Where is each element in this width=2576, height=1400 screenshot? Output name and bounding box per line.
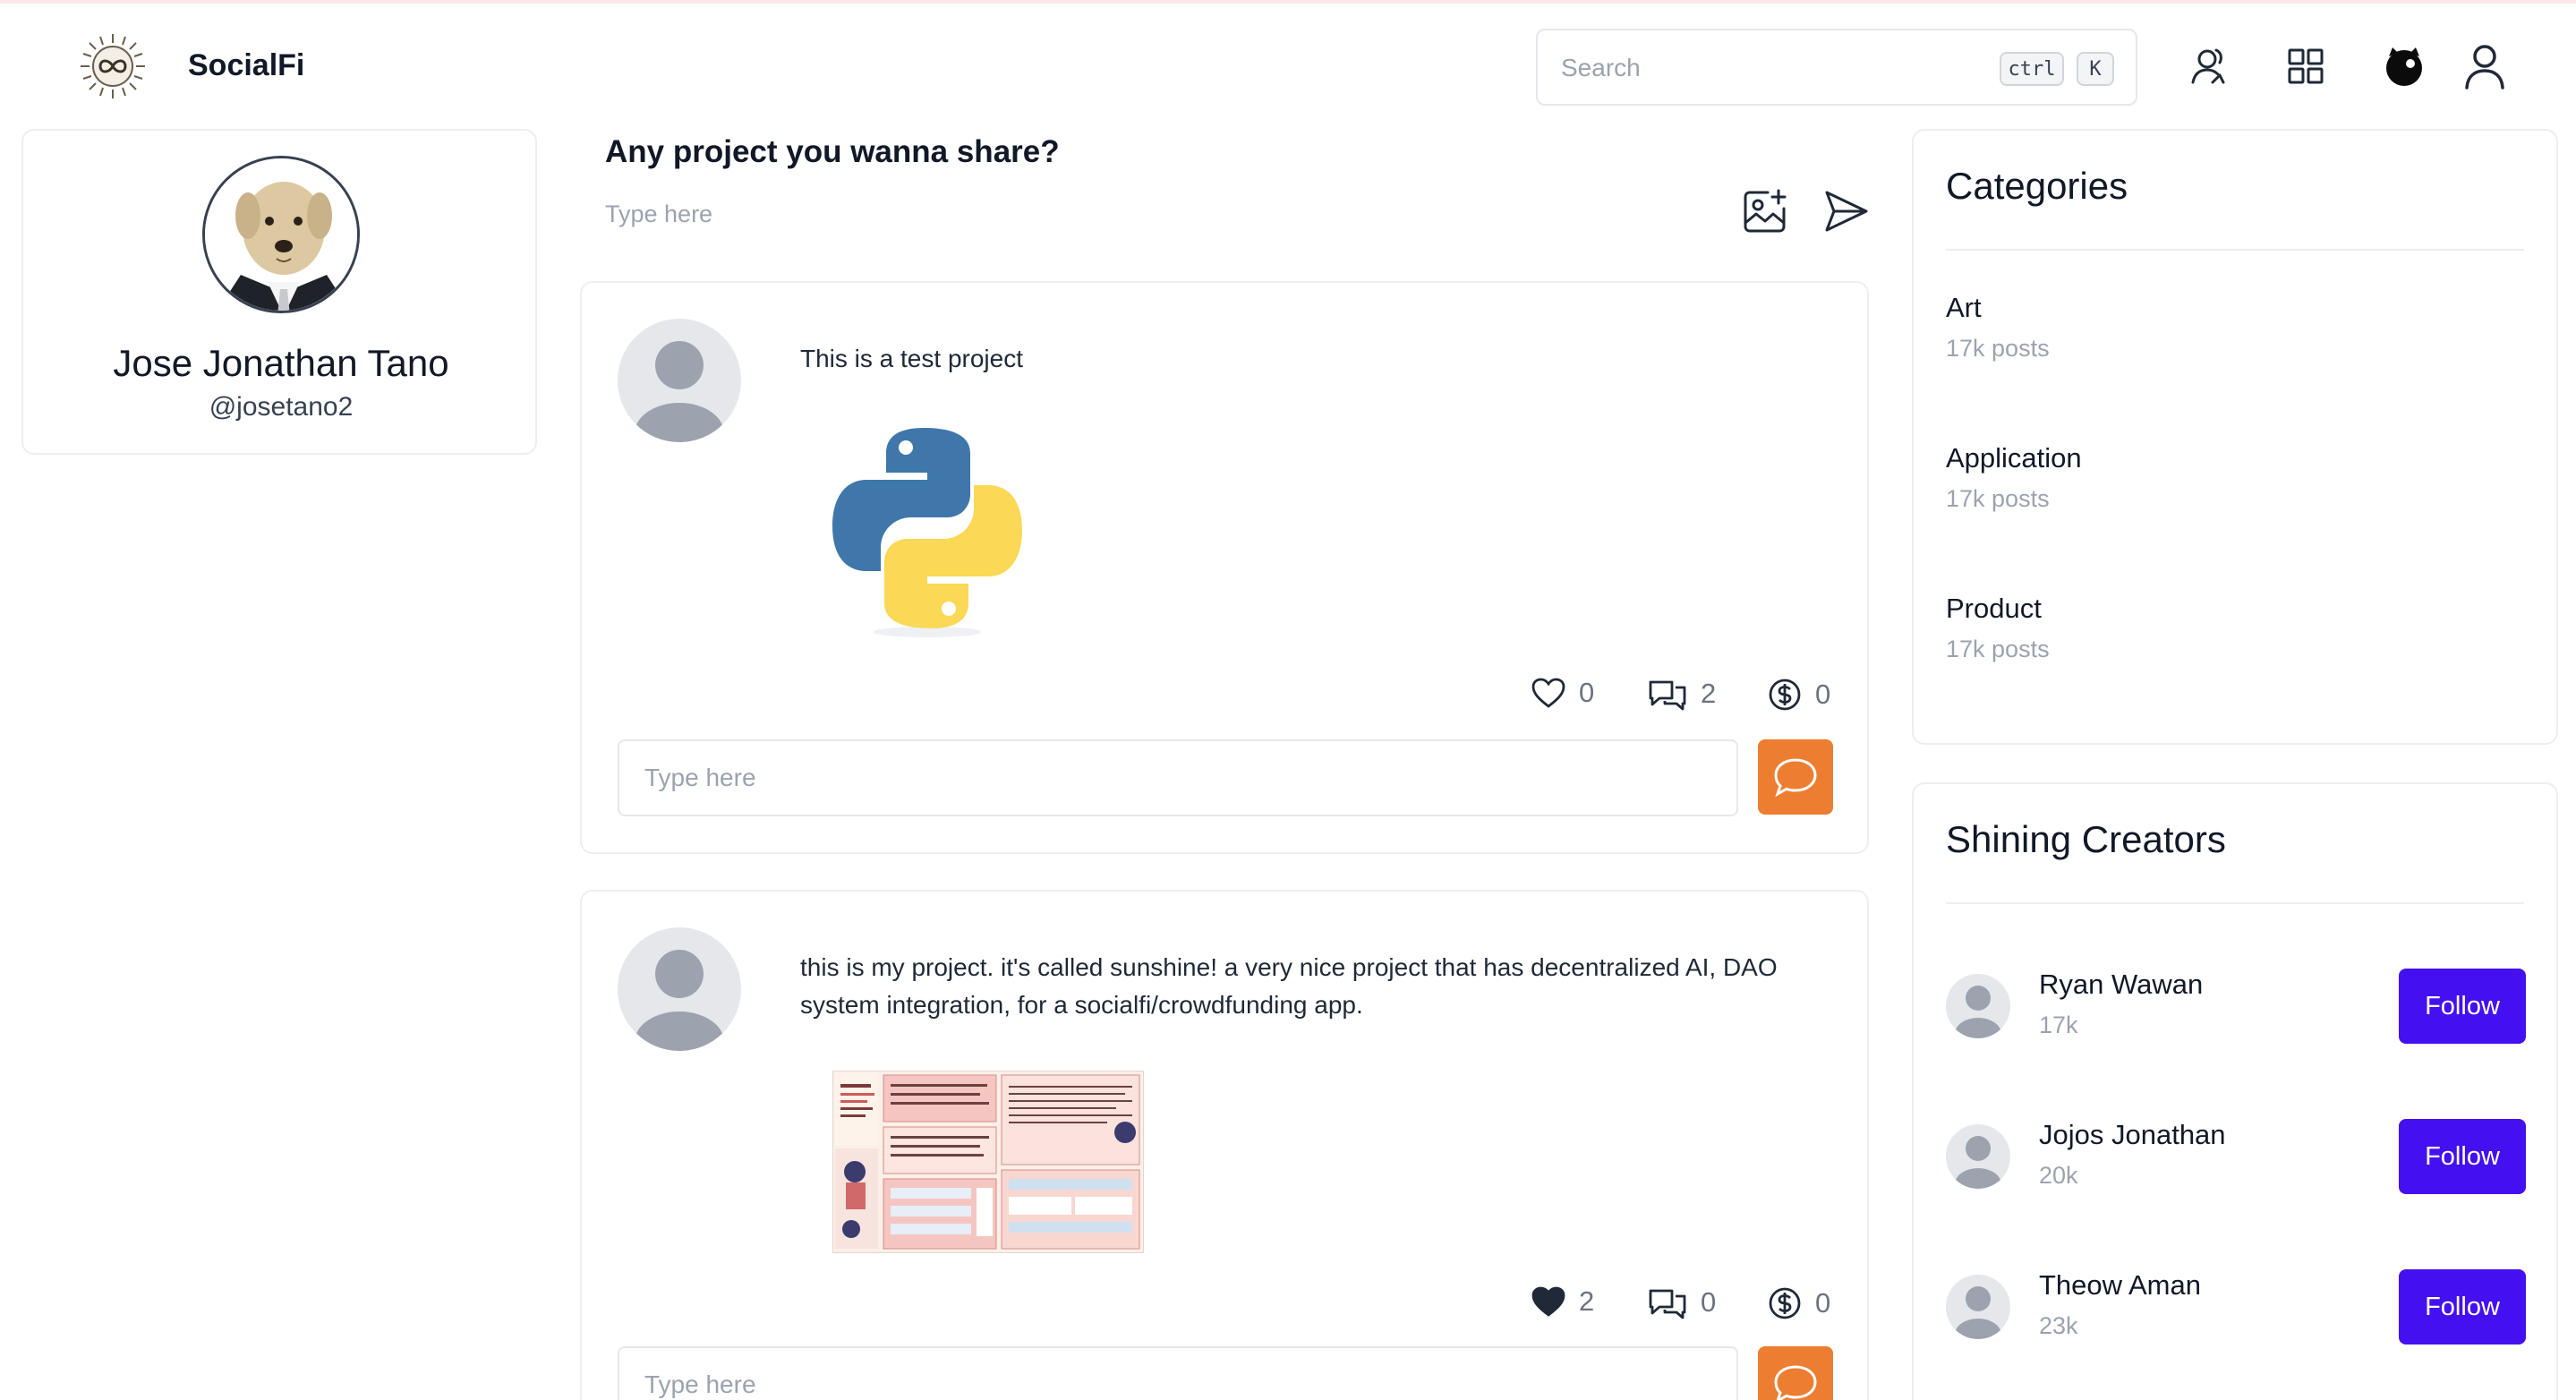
search-box[interactable]: ctrl K — [1536, 29, 2137, 106]
creator-avatar[interactable] — [1946, 1275, 2010, 1339]
grid-icon[interactable] — [2279, 39, 2333, 93]
profile-handle: @josetano2 — [209, 392, 354, 422]
like-stat[interactable]: 2 — [1531, 1285, 1594, 1318]
donation-count: 0 — [1815, 679, 1831, 710]
creators-title: Shining Creators — [1946, 818, 2226, 860]
socialfi-logo-icon[interactable] — [79, 32, 147, 100]
user-icon[interactable] — [2458, 39, 2512, 93]
send-comment-button[interactable] — [1758, 1346, 1833, 1400]
like-stat[interactable]: 0 — [1531, 677, 1594, 709]
composer-title: Any project you wanna share? — [605, 134, 1060, 169]
comment-stat[interactable]: 2 — [1647, 677, 1716, 711]
comment-input[interactable] — [618, 739, 1738, 816]
profile-avatar[interactable] — [202, 156, 360, 313]
comment-stat[interactable]: 0 — [1647, 1285, 1716, 1319]
category-post-count: 17k posts — [1946, 485, 2050, 512]
post-card: This is a test project 0 2 0 — [580, 281, 1869, 854]
divider — [1946, 902, 2524, 904]
follow-button[interactable]: Follow — [2399, 1119, 2526, 1194]
python-logo-image[interactable] — [822, 417, 1033, 641]
creator-avatar[interactable] — [1946, 1124, 2010, 1189]
add-image-icon[interactable] — [1736, 183, 1794, 240]
like-count: 2 — [1579, 1285, 1595, 1317]
donation-stat[interactable]: 0 — [1767, 677, 1830, 713]
comment-count: 2 — [1701, 678, 1717, 709]
comment-count: 0 — [1701, 1286, 1717, 1318]
send-comment-button[interactable] — [1758, 739, 1833, 815]
top-navbar: SocialFi ctrl K — [0, 4, 2576, 129]
profile-card: Jose Jonathan Tano @josetano2 — [21, 129, 537, 455]
send-post-icon[interactable] — [1817, 183, 1874, 240]
creator-follower-count: 20k — [2039, 1162, 2078, 1189]
chat-bubble-icon — [1774, 758, 1817, 798]
avatar-badge-icon[interactable] — [2377, 39, 2431, 93]
category-post-count: 17k posts — [1946, 335, 2050, 362]
chat-bubble-icon — [1774, 1365, 1817, 1400]
creator-name[interactable]: Jojos Jonathan — [2039, 1119, 2226, 1151]
categories-title: Categories — [1946, 165, 2128, 207]
creator-avatar[interactable] — [1946, 974, 2010, 1038]
post-card: this is my project. it's called sunshine… — [580, 890, 1869, 1400]
post-author-avatar[interactable] — [618, 319, 741, 442]
category-item-art[interactable]: Art — [1946, 292, 1982, 324]
post-text: This is a test project — [800, 345, 1023, 372]
composer-input[interactable] — [605, 193, 1142, 235]
post-text: this is my project. it's called sunshine… — [800, 953, 1778, 1019]
search-input[interactable] — [1561, 47, 1901, 90]
profile-name[interactable]: Jose Jonathan Tano — [23, 342, 539, 385]
brand-name[interactable]: SocialFi — [188, 48, 304, 83]
category-post-count: 17k posts — [1946, 636, 2050, 662]
post-author-avatar[interactable] — [618, 927, 741, 1051]
friends-icon[interactable] — [2182, 39, 2236, 93]
donation-count: 0 — [1815, 1287, 1831, 1319]
shortcut-k-key: K — [2077, 52, 2114, 86]
categories-card: Categories Art 17k posts Application 17k… — [1912, 129, 2558, 745]
category-item-product[interactable]: Product — [1946, 593, 2042, 625]
creator-follower-count: 23k — [2039, 1312, 2078, 1339]
follow-button[interactable]: Follow — [2399, 969, 2526, 1044]
category-item-application[interactable]: Application — [1946, 442, 2082, 474]
like-count: 0 — [1579, 677, 1595, 708]
shortcut-ctrl-key: ctrl — [2000, 52, 2064, 86]
follow-button[interactable]: Follow — [2399, 1269, 2526, 1345]
shining-creators-card: Shining Creators Ryan Wawan 17k Follow J… — [1912, 782, 2558, 1400]
donation-stat[interactable]: 0 — [1767, 1285, 1830, 1321]
creator-follower-count: 17k — [2039, 1012, 2078, 1038]
divider — [1946, 249, 2524, 251]
creator-name[interactable]: Theow Aman — [2039, 1269, 2201, 1302]
comment-input[interactable] — [618, 1346, 1738, 1400]
creator-name[interactable]: Ryan Wawan — [2039, 969, 2203, 1001]
project-poster-image[interactable] — [832, 1071, 1144, 1253]
